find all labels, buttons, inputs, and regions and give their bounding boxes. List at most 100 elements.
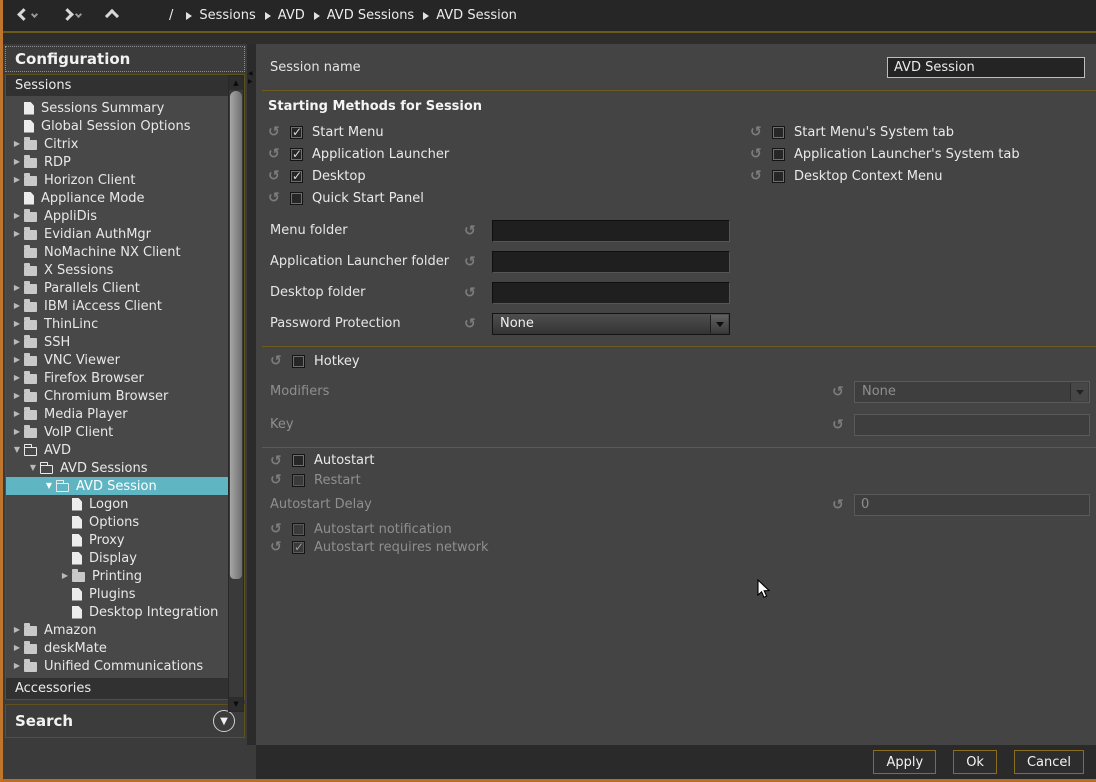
tree-item-unified-communications[interactable]: ▶Unified Communications: [6, 657, 244, 675]
tree-item-appliance-mode[interactable]: Appliance Mode: [6, 189, 244, 207]
expander-down-icon[interactable]: ▼: [10, 441, 24, 459]
start-menu-checkbox[interactable]: [290, 126, 303, 139]
tree-item-avd-session[interactable]: ▼AVD Session: [6, 477, 244, 495]
expander-right-icon[interactable]: ▶: [10, 657, 24, 675]
hotkey-checkbox[interactable]: [292, 355, 305, 368]
tree-item-printing[interactable]: ▶Printing: [6, 567, 244, 585]
up-button[interactable]: [107, 11, 117, 20]
reset-icon[interactable]: ↺: [750, 169, 766, 183]
tree-item-media-player[interactable]: ▶Media Player: [6, 405, 244, 423]
breadcrumb-avd-sessions[interactable]: AVD Sessions: [314, 8, 414, 23]
tree-item-plugins[interactable]: Plugins: [6, 585, 244, 603]
tree-item-global-session-options[interactable]: Global Session Options: [6, 117, 244, 135]
application-launcher-s-system-tab-checkbox[interactable]: [772, 148, 785, 161]
cancel-button[interactable]: Cancel: [1014, 750, 1084, 774]
reset-icon[interactable]: ↺: [464, 255, 480, 269]
tree-item-ssh[interactable]: ▶SSH: [6, 333, 244, 351]
tree-item-firefox-browser[interactable]: ▶Firefox Browser: [6, 369, 244, 387]
reset-icon[interactable]: ↺: [270, 354, 286, 368]
session-name-input[interactable]: [887, 57, 1085, 78]
expander-right-icon[interactable]: ▶: [10, 639, 24, 657]
tree-item-avd[interactable]: ▼AVD: [6, 441, 244, 459]
tree-item-horizon-client[interactable]: ▶Horizon Client: [6, 171, 244, 189]
accordion-sessions[interactable]: Sessions ▲: [6, 75, 244, 96]
tree-item-thinlinc[interactable]: ▶ThinLinc: [6, 315, 244, 333]
expander-right-icon[interactable]: ▶: [10, 333, 24, 351]
reset-icon[interactable]: ↺: [750, 125, 766, 139]
expander-right-icon[interactable]: ▶: [10, 153, 24, 171]
reset-icon[interactable]: ↺: [268, 147, 284, 161]
expander-right-icon[interactable]: ▶: [10, 171, 24, 189]
tree-item-deskmate[interactable]: ▶deskMate: [6, 639, 244, 657]
desktop-folder-input[interactable]: [492, 282, 730, 304]
expander-right-icon[interactable]: ▶: [10, 225, 24, 243]
forward-button[interactable]: [63, 10, 81, 22]
reset-icon[interactable]: ↺: [832, 498, 848, 512]
tree-item-x-sessions[interactable]: X Sessions: [6, 261, 244, 279]
expander-right-icon[interactable]: ▶: [10, 279, 24, 297]
breadcrumb-sessions[interactable]: Sessions: [186, 8, 255, 23]
menu-folder-input[interactable]: [492, 220, 730, 242]
tree-item-desktop-integration[interactable]: Desktop Integration: [6, 603, 244, 621]
expander-right-icon[interactable]: ▶: [10, 297, 24, 315]
start-menu-s-system-tab-checkbox[interactable]: [772, 126, 785, 139]
expander-right-icon[interactable]: ▶: [58, 567, 72, 585]
panel-splitter[interactable]: ◀▶: [247, 44, 256, 745]
back-button[interactable]: [19, 10, 37, 22]
tree-item-parallels-client[interactable]: ▶Parallels Client: [6, 279, 244, 297]
breadcrumb-root[interactable]: /: [169, 8, 173, 23]
tree-item-nomachine-nx-client[interactable]: NoMachine NX Client: [6, 243, 244, 261]
expander-right-icon[interactable]: ▶: [10, 369, 24, 387]
tree-item-options[interactable]: Options: [6, 513, 244, 531]
apply-button[interactable]: Apply: [873, 750, 936, 774]
tree-item-citrix[interactable]: ▶Citrix: [6, 135, 244, 153]
scrollbar-thumb[interactable]: [230, 91, 242, 579]
splitter-collapse-icons[interactable]: ◀▶: [248, 70, 253, 86]
breadcrumb-avd-session[interactable]: AVD Session: [423, 8, 517, 23]
tree-item-display[interactable]: Display: [6, 549, 244, 567]
tree-item-evidian-authmgr[interactable]: ▶Evidian AuthMgr: [6, 225, 244, 243]
tree-item-voip-client[interactable]: ▶VoIP Client: [6, 423, 244, 441]
tree-item-proxy[interactable]: Proxy: [6, 531, 244, 549]
expander-right-icon[interactable]: ▶: [10, 405, 24, 423]
tree-item-avd-sessions[interactable]: ▼AVD Sessions: [6, 459, 244, 477]
reset-icon[interactable]: ↺: [832, 385, 848, 399]
ok-button[interactable]: Ok: [953, 750, 997, 774]
application-launcher-checkbox[interactable]: [290, 148, 303, 161]
breadcrumb-avd[interactable]: AVD: [265, 8, 305, 23]
scroll-up-button[interactable]: ▲: [229, 76, 243, 90]
tree-item-amazon[interactable]: ▶Amazon: [6, 621, 244, 639]
reset-icon[interactable]: ↺: [270, 540, 286, 554]
tree-item-chromium-browser[interactable]: ▶Chromium Browser: [6, 387, 244, 405]
dropdown-arrow-icon[interactable]: [710, 315, 728, 333]
expander-right-icon[interactable]: ▶: [10, 621, 24, 639]
tree-item-vnc-viewer[interactable]: ▶VNC Viewer: [6, 351, 244, 369]
reset-icon[interactable]: ↺: [268, 125, 284, 139]
search-expand-button[interactable]: ▼: [213, 710, 235, 732]
quick-start-panel-checkbox[interactable]: [290, 192, 303, 205]
reset-icon[interactable]: ↺: [268, 191, 284, 205]
autostart-checkbox[interactable]: [292, 454, 305, 467]
reset-icon[interactable]: ↺: [750, 147, 766, 161]
tree-item-applidis[interactable]: ▶AppliDis: [6, 207, 244, 225]
desktop-checkbox[interactable]: [290, 170, 303, 183]
app-launcher-folder-input[interactable]: [492, 251, 730, 273]
reset-icon[interactable]: ↺: [464, 224, 480, 238]
expander-right-icon[interactable]: ▶: [10, 423, 24, 441]
expander-right-icon[interactable]: ▶: [10, 387, 24, 405]
accordion-accessories[interactable]: Accessories ▼: [6, 678, 244, 699]
reset-icon[interactable]: ↺: [464, 317, 480, 331]
expander-right-icon[interactable]: ▶: [10, 351, 24, 369]
reset-icon[interactable]: ↺: [270, 454, 286, 468]
reset-icon[interactable]: ↺: [464, 286, 480, 300]
tree-item-ibm-iaccess-client[interactable]: ▶IBM iAccess Client: [6, 297, 244, 315]
reset-icon[interactable]: ↺: [270, 522, 286, 536]
tree-scrollbar[interactable]: ▲ ▼: [228, 75, 244, 712]
expander-right-icon[interactable]: ▶: [10, 135, 24, 153]
reset-icon[interactable]: ↺: [268, 169, 284, 183]
password-protection-dropdown[interactable]: None: [492, 313, 730, 335]
expander-down-icon[interactable]: ▼: [26, 459, 40, 477]
tree-item-sessions-summary[interactable]: Sessions Summary: [6, 99, 244, 117]
expander-right-icon[interactable]: ▶: [10, 315, 24, 333]
reset-icon[interactable]: ↺: [270, 473, 286, 487]
